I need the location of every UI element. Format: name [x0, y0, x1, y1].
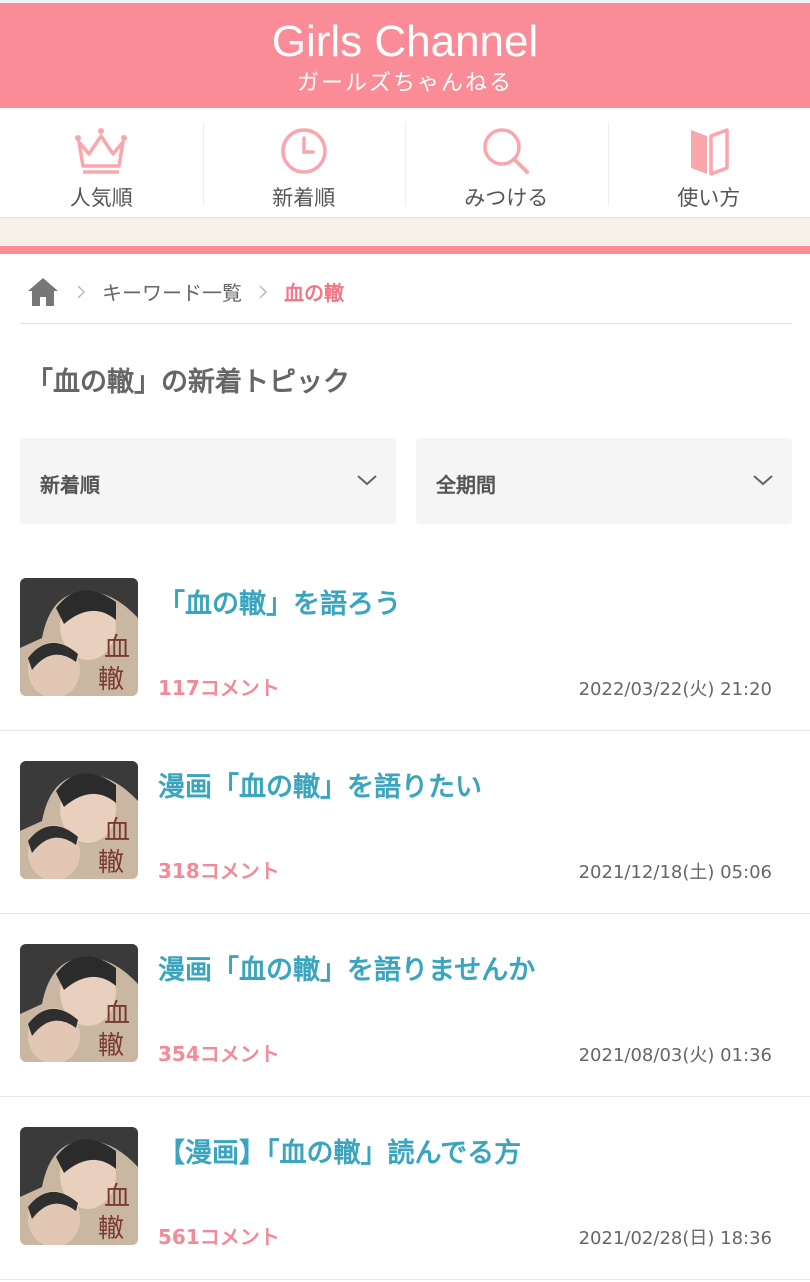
header-divider-band	[0, 218, 810, 246]
sort-select-value: 新着順	[40, 473, 100, 497]
topic-thumbnail[interactable]: 血 轍	[20, 578, 138, 696]
nav-label: 新着順	[272, 186, 336, 210]
topic-date: 2022/03/22(火) 21:20	[578, 679, 772, 700]
nav-label: みつける	[464, 186, 549, 210]
topic-date: 2021/12/18(土) 05:06	[578, 862, 772, 883]
topic-thumbnail[interactable]: 血 轍	[20, 761, 138, 879]
site-logo-japanese[interactable]: ガールズちゃんねる	[0, 65, 810, 97]
breadcrumb: キーワード一覧 血の轍	[20, 268, 792, 324]
nav-label: 使い方	[677, 186, 741, 210]
topic-title[interactable]: 「血の轍」を語ろう	[158, 582, 401, 621]
svg-text:轍: 轍	[98, 1214, 124, 1244]
topic-date: 2021/08/03(火) 01:36	[578, 1045, 772, 1066]
topic-comment-count: 561コメント	[158, 1225, 280, 1249]
chevron-down-icon	[753, 475, 773, 486]
svg-text:血: 血	[104, 633, 130, 663]
svg-text:血: 血	[104, 999, 130, 1029]
home-icon[interactable]	[26, 275, 60, 309]
topic-list: 血 轍 「血の轍」を語ろう 117コメント 2022/03/22(火) 21:2…	[0, 548, 810, 1280]
topic-item[interactable]: 血 轍 「血の轍」を語ろう 117コメント 2022/03/22(火) 21:2…	[0, 548, 810, 731]
svg-text:轍: 轍	[98, 848, 124, 878]
topic-comment-count: 117コメント	[158, 676, 280, 700]
breadcrumb-keyword-list[interactable]: キーワード一覧	[102, 277, 242, 306]
topic-title[interactable]: 漫画「血の轍」を語りませんか	[158, 948, 535, 987]
topic-title[interactable]: 【漫画】「血の轍」読んでる方	[158, 1131, 521, 1170]
crown-icon	[75, 128, 128, 174]
topic-item[interactable]: 血 轍 【漫画】「血の轍」読んでる方 561コメント 2021/02/28(日)…	[0, 1097, 810, 1280]
topic-item[interactable]: 血 轍 漫画「血の轍」を語りませんか 354コメント 2021/08/03(火)…	[0, 914, 810, 1097]
site-logo[interactable]: Girls Channel	[0, 17, 810, 67]
sort-select[interactable]: 新着順	[20, 438, 396, 524]
chevron-down-icon	[357, 475, 377, 486]
nav-item-new[interactable]: 新着順	[202, 108, 406, 217]
chevron-right-icon	[77, 284, 86, 299]
filter-bar: 新着順 全期間	[20, 438, 792, 524]
nav-item-popular[interactable]: 人気順	[0, 108, 203, 217]
topic-comment-count: 354コメント	[158, 1042, 280, 1066]
clock-icon	[281, 128, 327, 174]
topic-thumbnail[interactable]: 血 轍	[20, 1127, 138, 1245]
period-select-value: 全期間	[436, 473, 496, 497]
nav-label: 人気順	[69, 186, 133, 210]
topic-comment-count: 318コメント	[158, 859, 280, 883]
svg-text:血: 血	[104, 1182, 130, 1212]
site-header: Girls Channel ガールズちゃんねる	[0, 0, 810, 108]
topic-item[interactable]: 血 轍 漫画「血の轍」を語りたい 318コメント 2021/12/18(土) 0…	[0, 731, 810, 914]
topic-title[interactable]: 漫画「血の轍」を語りたい	[158, 765, 482, 804]
breadcrumb-current: 血の轍	[284, 281, 344, 305]
svg-text:轍: 轍	[98, 1031, 124, 1061]
main-nav: 人気順 新着順 みつける 使い方	[0, 108, 810, 218]
page-title: 「血の轍」の新着トピック	[26, 367, 350, 398]
topic-date: 2021/02/28(日) 18:36	[578, 1228, 772, 1249]
svg-text:血: 血	[104, 816, 130, 846]
header-divider-line	[0, 246, 810, 254]
topic-thumbnail[interactable]: 血 轍	[20, 944, 138, 1062]
period-select[interactable]: 全期間	[416, 438, 792, 524]
search-icon	[483, 128, 530, 174]
chevron-right-icon	[259, 284, 268, 299]
nav-item-howto[interactable]: 使い方	[607, 108, 810, 217]
svg-text:轍: 轍	[98, 665, 124, 695]
nav-item-find[interactable]: みつける	[405, 108, 608, 217]
book-icon	[690, 128, 729, 176]
